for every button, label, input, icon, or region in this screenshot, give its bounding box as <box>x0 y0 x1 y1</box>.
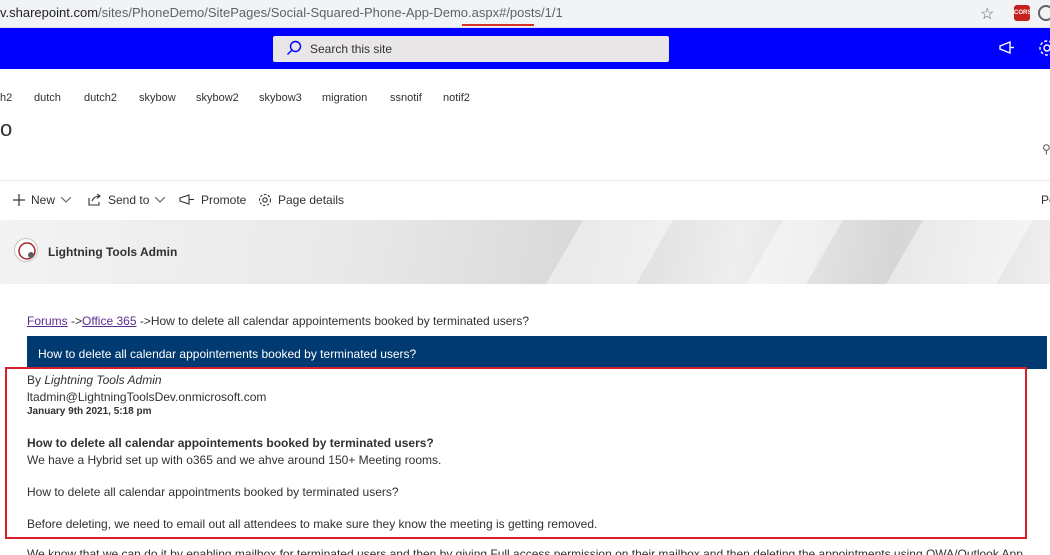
nav-item-notif2[interactable]: notif2 <box>443 92 470 104</box>
breadcrumb-separator: -> <box>67 314 83 328</box>
person-icon[interactable]: ⚲ <box>1042 142 1050 156</box>
send-to-label: Send to <box>108 193 150 207</box>
post-paragraph: Before deleting, we need to email out al… <box>27 517 598 531</box>
avatar[interactable] <box>14 238 38 262</box>
author-avatar-icon <box>18 242 36 260</box>
nav-item-skybow3[interactable]: skybow3 <box>259 92 302 104</box>
nav-item-dutch[interactable]: dutch <box>34 92 61 104</box>
page-banner: Lightning Tools Admin <box>0 220 1050 284</box>
url-path: /sites/PhoneDemo/SitePages/Social-Square… <box>98 5 563 20</box>
author-name[interactable]: Lightning Tools Admin <box>48 245 177 259</box>
topic-header: How to delete all calendar appointements… <box>27 336 1047 369</box>
promote-button[interactable]: Promote <box>179 193 246 207</box>
send-to-button[interactable]: Send to <box>88 193 166 207</box>
bookmark-star-icon[interactable]: ☆ <box>980 4 994 24</box>
page-details-button[interactable]: Page details <box>258 193 344 207</box>
breadcrumb-office365-link[interactable]: Office 365 <box>82 314 136 328</box>
page-details-label: Page details <box>278 193 345 207</box>
breadcrumb-current: How to delete all calendar appointements… <box>150 314 530 328</box>
truncated-command[interactable]: Po <box>1041 193 1050 207</box>
search-input[interactable]: Search this site <box>273 36 669 62</box>
command-bar: New Send to Promote Page details Po <box>0 180 1050 220</box>
nav-item-ssnotif[interactable]: ssnotif <box>390 92 422 104</box>
nav-item-h2[interactable]: h2 <box>0 92 12 104</box>
banner-decoration <box>725 220 855 284</box>
nav-item-migration[interactable]: migration <box>322 92 367 104</box>
breadcrumb-separator: -> <box>136 314 151 328</box>
settings-gear-icon[interactable] <box>1038 39 1050 57</box>
search-icon <box>287 40 302 55</box>
plus-icon <box>13 194 25 206</box>
post-byline: By Lightning Tools Admin <box>27 373 162 387</box>
browser-address-bar[interactable]: v.sharepoint.com/sites/PhoneDemo/SitePag… <box>0 0 1050 28</box>
suite-bar: Search this site <box>0 28 1050 69</box>
post-author[interactable]: Lightning Tools Admin <box>44 373 161 387</box>
post-title: How to delete all calendar appointements… <box>27 436 434 450</box>
post-email: ltadmin@LightningToolsDev.onmicrosoft.co… <box>27 390 267 404</box>
post-date: January 9th 2021, 5:18 pm <box>27 406 152 417</box>
url-host: v.sharepoint.com <box>0 5 99 20</box>
breadcrumb-forums-link[interactable]: Forums <box>27 314 68 328</box>
promote-label: Promote <box>201 193 247 207</box>
by-label: By <box>27 373 45 387</box>
share-icon <box>88 194 101 206</box>
chevron-down-icon <box>155 197 166 203</box>
search-placeholder: Search this site <box>310 42 393 56</box>
nav-item-skybow2[interactable]: skybow2 <box>196 92 239 104</box>
cors-extension-icon[interactable]: CORS <box>1014 5 1031 21</box>
new-label: New <box>31 193 56 207</box>
banner-decoration <box>865 220 1045 284</box>
banner-decoration <box>525 220 685 284</box>
extension-icon[interactable] <box>1038 5 1050 21</box>
nav-item-dutch2[interactable]: dutch2 <box>84 92 117 104</box>
nav-item-skybow[interactable]: skybow <box>139 92 176 104</box>
chevron-down-icon <box>61 197 72 203</box>
gear-icon <box>258 193 272 207</box>
breadcrumb: Forums ->Office 365 ->How to delete all … <box>27 314 529 328</box>
post-paragraph: We have a Hybrid set up with o365 and we… <box>27 453 442 467</box>
megaphone-icon <box>179 194 194 205</box>
url-highlight-underline <box>462 24 534 26</box>
new-button[interactable]: New <box>13 193 72 207</box>
address-url[interactable]: v.sharepoint.com/sites/PhoneDemo/SitePag… <box>0 5 563 20</box>
megaphone-icon[interactable] <box>998 40 1016 56</box>
post-paragraph: We know that we can do it by enabling ma… <box>27 547 1023 555</box>
post-paragraph: How to delete all calendar appointments … <box>27 485 399 499</box>
site-title: o <box>0 116 13 141</box>
